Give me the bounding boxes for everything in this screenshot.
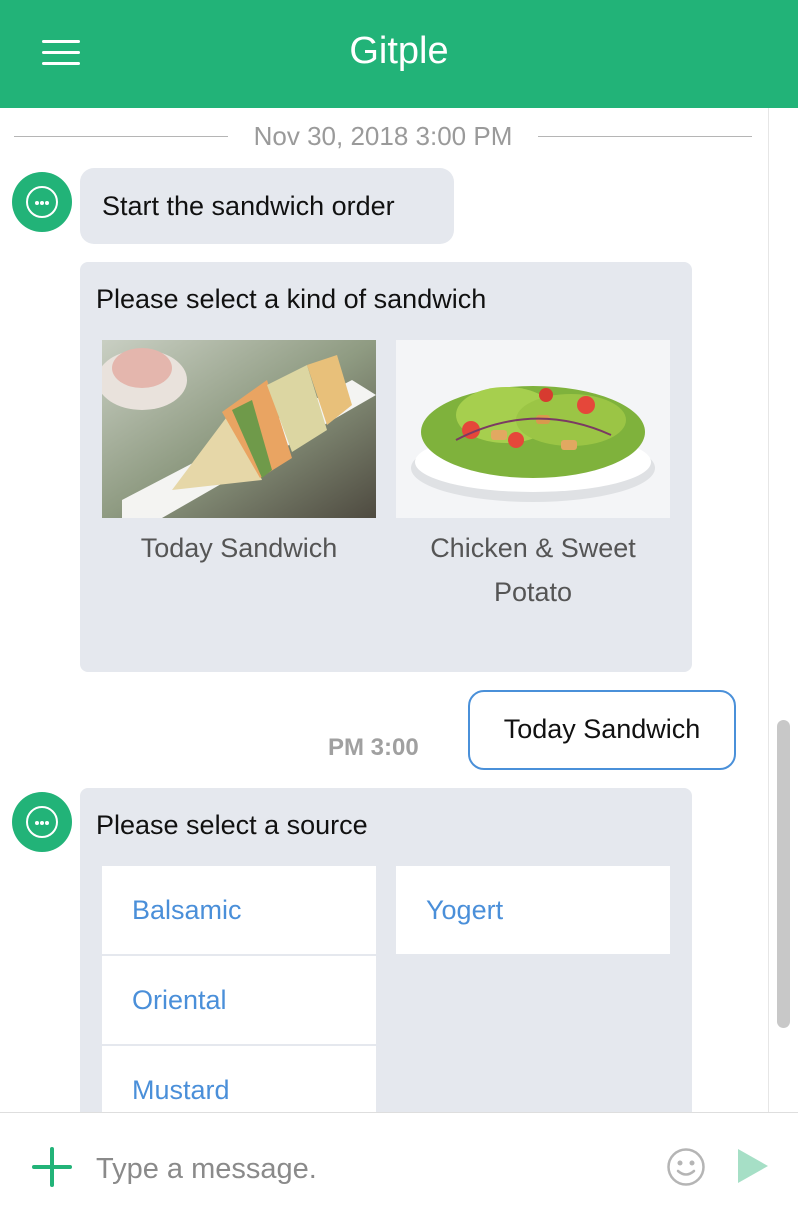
emoji-icon[interactable] [666, 1147, 706, 1187]
sandwich-select-card: Please select a kind of sandwich Today S… [80, 262, 692, 672]
send-icon[interactable] [736, 1147, 770, 1185]
today-sandwich-caption[interactable]: Today Sandwich [102, 526, 376, 570]
option-oriental[interactable]: Oriental [102, 956, 376, 1044]
option-yogert[interactable]: Yogert [396, 866, 670, 954]
message-input[interactable] [96, 1141, 636, 1197]
bot-message-text: Start the sandwich order [102, 191, 395, 221]
card-title: Please select a source [96, 810, 368, 840]
chat-area[interactable]: Nov 30, 2018 3:00 PM Start the sandwich … [0, 108, 770, 1112]
bot-avatar-icon [12, 792, 72, 852]
chicken-sweet-potato-caption[interactable]: Chicken & Sweet Potato [396, 526, 670, 614]
card-title: Please select a kind of sandwich [96, 284, 487, 314]
app-title: Gitple [349, 30, 449, 72]
user-reply-bubble[interactable]: Today Sandwich [468, 690, 736, 770]
message-composer [0, 1112, 798, 1226]
option-balsamic[interactable]: Balsamic [102, 866, 376, 954]
scrollbar[interactable] [768, 108, 798, 1112]
option-mustard[interactable]: Mustard [102, 1046, 376, 1112]
message-time: PM 3:00 [328, 734, 419, 761]
app-header: Gitple [0, 0, 798, 108]
bot-avatar-icon [12, 172, 72, 232]
scrollbar-thumb[interactable] [777, 720, 790, 1028]
source-select-card: Please select a source Balsamic Oriental… [80, 788, 692, 1112]
bot-message-bubble: Start the sandwich order [80, 168, 454, 244]
chicken-sweet-potato-image[interactable] [396, 340, 670, 518]
date-separator: Nov 30, 2018 3:00 PM [14, 120, 752, 152]
plus-icon[interactable] [32, 1147, 72, 1187]
today-sandwich-image[interactable] [102, 340, 376, 518]
